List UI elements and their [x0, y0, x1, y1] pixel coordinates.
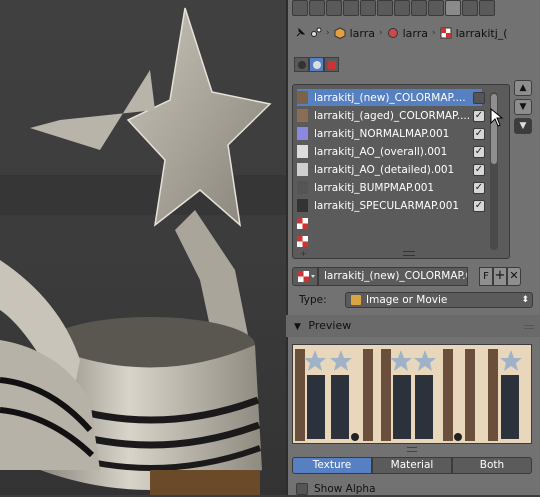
tab-both[interactable]: Both	[452, 457, 532, 474]
cube-icon	[334, 27, 346, 39]
texture-checker-icon	[297, 236, 308, 247]
preview-resize-grip[interactable]	[407, 447, 417, 452]
texture-checker-icon	[298, 271, 315, 282]
slot-enable-checkbox[interactable]: ✓	[473, 181, 485, 194]
slot-enable-checkbox[interactable]: ✓	[473, 145, 485, 158]
new-texture-button[interactable]: +	[493, 267, 507, 286]
3d-viewport[interactable]	[0, 0, 286, 495]
texture-datablock-row: larrakitj_(new)_COLORMAP.001 F + ✕	[292, 267, 530, 286]
type-value: Image or Movie	[366, 294, 448, 306]
slot-name: larrakitj_NORMALMAP.001	[314, 127, 450, 140]
list-item[interactable]: larrakitj_AO_(detailed).001 ✓	[297, 161, 485, 178]
render-tab-icon[interactable]	[292, 0, 308, 16]
breadcrumb-material: larra	[402, 26, 428, 40]
texture-checker-icon	[440, 27, 452, 39]
show-alpha-label: Show Alpha	[314, 483, 376, 495]
image-icon	[351, 295, 361, 305]
texture-browse-button[interactable]	[292, 267, 318, 286]
texture-name-field[interactable]: larrakitj_(new)_COLORMAP.001	[318, 267, 468, 286]
fake-user-button[interactable]: F	[479, 267, 493, 286]
texture-preview-render	[293, 345, 531, 443]
preview-header-label: Preview	[308, 319, 352, 332]
texture-preview-image	[292, 344, 532, 444]
move-down-button[interactable]: ▼	[514, 99, 532, 115]
node-icon	[311, 27, 322, 37]
list-item[interactable]: larrakitj_(new)_COLORMAP....	[297, 89, 485, 106]
slot-name: larrakitj_SPECULARMAP.001	[314, 199, 460, 212]
scrollbar-thumb[interactable]	[491, 94, 497, 164]
list-item[interactable]: larrakitj_BUMPMAP.001 ✓	[297, 179, 485, 196]
material-sphere-icon	[387, 28, 398, 38]
tab-material[interactable]: Material	[372, 457, 452, 474]
tab-texture[interactable]: Texture	[292, 457, 372, 474]
breadcrumb-texture: larrakitj_(	[455, 26, 508, 40]
chevron-right-icon: ›	[432, 28, 436, 38]
texture-tab-icon[interactable]	[445, 0, 461, 16]
move-up-button[interactable]: ▲	[514, 80, 532, 96]
slot-enable-checkbox[interactable]: ✓	[473, 109, 485, 122]
texture-type-dropdown[interactable]: Image or Movie ⬍	[345, 292, 533, 308]
list-item[interactable]: larrakitj_NORMALMAP.001 ✓	[297, 125, 485, 142]
breadcrumb-object: larra	[349, 26, 375, 40]
preview-panel-header[interactable]: ▼ Preview	[286, 315, 540, 337]
texture-thumbnail	[297, 181, 308, 194]
slot-name: larrakitj_(new)_COLORMAP....	[314, 91, 466, 104]
add-slot-icon[interactable]: +	[300, 249, 307, 258]
texture-thumbnail	[297, 127, 308, 140]
collapse-triangle-icon: ▼	[294, 322, 301, 332]
physics-tab-icon[interactable]	[479, 0, 495, 16]
slot-name: larrakitj_(aged)_COLORMAP....	[314, 109, 471, 122]
world-texture-icon[interactable]	[294, 57, 309, 72]
properties-context-tabs	[292, 0, 540, 16]
list-item[interactable]: larrakitj_SPECULARMAP.001 ✓	[297, 197, 485, 214]
slot-name: larrakitj_AO_(overall).001	[314, 145, 448, 158]
viewport-render	[0, 0, 286, 495]
show-alpha-checkbox[interactable]	[296, 483, 308, 495]
particles-tab-icon[interactable]	[462, 0, 478, 16]
texture-slot-list[interactable]: larrakitj_(new)_COLORMAP.... larrakitj_(…	[292, 84, 510, 259]
slot-name: larrakitj_BUMPMAP.001	[314, 181, 435, 194]
world-tab-icon[interactable]	[343, 0, 359, 16]
breadcrumb: › larra › larra › larrakitj_(	[294, 24, 540, 42]
texture-type-switch	[294, 57, 339, 72]
texture-type-row: Type: Image or Movie ⬍	[299, 292, 535, 308]
texture-thumbnail	[297, 199, 308, 212]
pin-icon[interactable]	[294, 27, 306, 39]
mouse-cursor-icon	[490, 108, 504, 127]
preview-mode-tabs: Texture Material Both	[292, 457, 532, 474]
data-tab-icon[interactable]	[411, 0, 427, 16]
chevron-right-icon: ›	[379, 28, 383, 38]
material-texture-icon[interactable]	[309, 57, 324, 72]
specials-menu-button[interactable]: ▼	[514, 118, 532, 134]
unlink-texture-button[interactable]: ✕	[507, 267, 521, 286]
list-item[interactable]: larrakitj_AO_(overall).001 ✓	[297, 143, 485, 160]
slot-enable-checkbox[interactable]: ✓	[473, 127, 485, 140]
empty-slot[interactable]	[297, 215, 482, 232]
texture-checker-icon	[297, 218, 308, 229]
empty-slot[interactable]	[297, 233, 482, 250]
texture-thumbnail	[297, 145, 308, 158]
object-tab-icon[interactable]	[360, 0, 376, 16]
list-item[interactable]: larrakitj_(aged)_COLORMAP.... ✓	[297, 107, 485, 124]
chevron-updown-icon: ⬍	[521, 295, 529, 305]
layers-tab-icon[interactable]	[309, 0, 325, 16]
modifiers-tab-icon[interactable]	[394, 0, 410, 16]
constraints-tab-icon[interactable]	[377, 0, 393, 16]
texture-thumbnail	[297, 109, 308, 122]
slot-name: larrakitj_AO_(detailed).001	[314, 163, 455, 176]
chevron-right-icon: ›	[326, 28, 330, 38]
slot-enable-checkbox[interactable]: ✓	[473, 163, 485, 176]
scene-tab-icon[interactable]	[326, 0, 342, 16]
material-tab-icon[interactable]	[428, 0, 444, 16]
other-texture-icon[interactable]	[324, 57, 339, 72]
slot-enable-checkbox[interactable]: ✓	[473, 199, 485, 212]
texture-thumbnail	[297, 91, 308, 104]
panel-drag-grip[interactable]	[524, 325, 534, 329]
list-resize-grip[interactable]	[403, 251, 415, 256]
texture-thumbnail	[297, 163, 308, 176]
type-label: Type:	[299, 294, 327, 306]
slot-enable-checkbox[interactable]	[473, 91, 485, 104]
